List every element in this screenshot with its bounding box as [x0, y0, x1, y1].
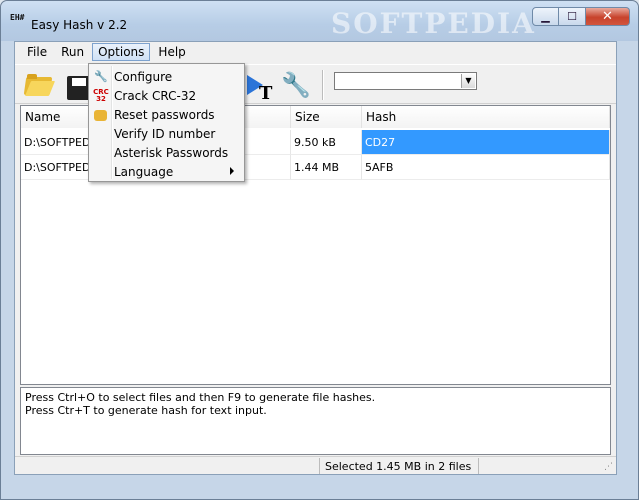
menu-item-reset-passwords[interactable]: Reset passwords	[91, 105, 242, 124]
menu-item-asterisk-passwords[interactable]: Asterisk Passwords	[91, 143, 242, 162]
menu-help[interactable]: Help	[152, 43, 191, 61]
window-title: Easy Hash v 2.2	[31, 18, 128, 32]
menu-item-verify-id[interactable]: Verify ID number	[91, 124, 242, 143]
log-line: Press Ctrl+O to select files and then F9…	[25, 391, 376, 404]
open-folder-icon[interactable]	[23, 71, 56, 101]
maximize-button[interactable]: ☐	[559, 7, 586, 26]
lock-icon	[94, 110, 107, 121]
menu-options[interactable]: Options	[92, 43, 151, 61]
submenu-arrow-icon	[230, 167, 234, 175]
hash-type-select[interactable]: ▼	[334, 72, 477, 90]
text-hash-icon[interactable]: T	[245, 71, 277, 104]
app-icon: EH#	[10, 13, 25, 22]
menu-item-configure[interactable]: 🔧 Configure	[91, 67, 242, 86]
cell-hash: 5AFB	[362, 155, 610, 180]
status-text: Selected 1.45 MB in 2 files	[319, 458, 479, 474]
wrench-icon: 🔧	[94, 70, 108, 83]
resize-grip-icon[interactable]: ⋰	[604, 462, 614, 472]
status-bar: Selected 1.45 MB in 2 files ⋰	[15, 456, 616, 474]
minimize-button[interactable]: ▁	[532, 7, 559, 26]
wrench-icon[interactable]: 🔧	[281, 71, 313, 101]
cell-size: 9.50 kB	[291, 130, 362, 155]
log-output[interactable]: Press Ctrl+O to select files and then F9…	[20, 387, 611, 455]
menu-run[interactable]: Run	[55, 43, 90, 61]
title-bar[interactable]: EH# Easy Hash v 2.2 SOFTPEDIA ▁ ☐ ✕	[1, 1, 638, 41]
menu-file[interactable]: File	[21, 43, 53, 61]
options-menu: 🔧 Configure CRC 32 Crack CRC-32 Reset pa…	[88, 63, 245, 182]
window-controls: ▁ ☐ ✕	[532, 7, 630, 26]
app-window: EH# Easy Hash v 2.2 SOFTPEDIA ▁ ☐ ✕ File…	[0, 0, 639, 500]
column-size[interactable]: Size	[291, 106, 362, 128]
chevron-down-icon[interactable]: ▼	[461, 74, 475, 88]
watermark: SOFTPEDIA	[331, 7, 536, 40]
cell-hash: CD27	[362, 130, 610, 155]
toolbar-separator	[322, 70, 324, 100]
cell-size: 1.44 MB	[291, 155, 362, 180]
crc-icon: CRC 32	[93, 88, 109, 103]
close-button[interactable]: ✕	[586, 7, 630, 26]
column-hash[interactable]: Hash	[362, 106, 610, 128]
menu-bar: File Run Options Help	[15, 42, 616, 62]
menu-item-crack-crc32[interactable]: CRC 32 Crack CRC-32	[91, 86, 242, 105]
menu-item-language[interactable]: Language	[91, 162, 242, 181]
log-line: Press Ctr+T to generate hash for text in…	[25, 404, 267, 417]
